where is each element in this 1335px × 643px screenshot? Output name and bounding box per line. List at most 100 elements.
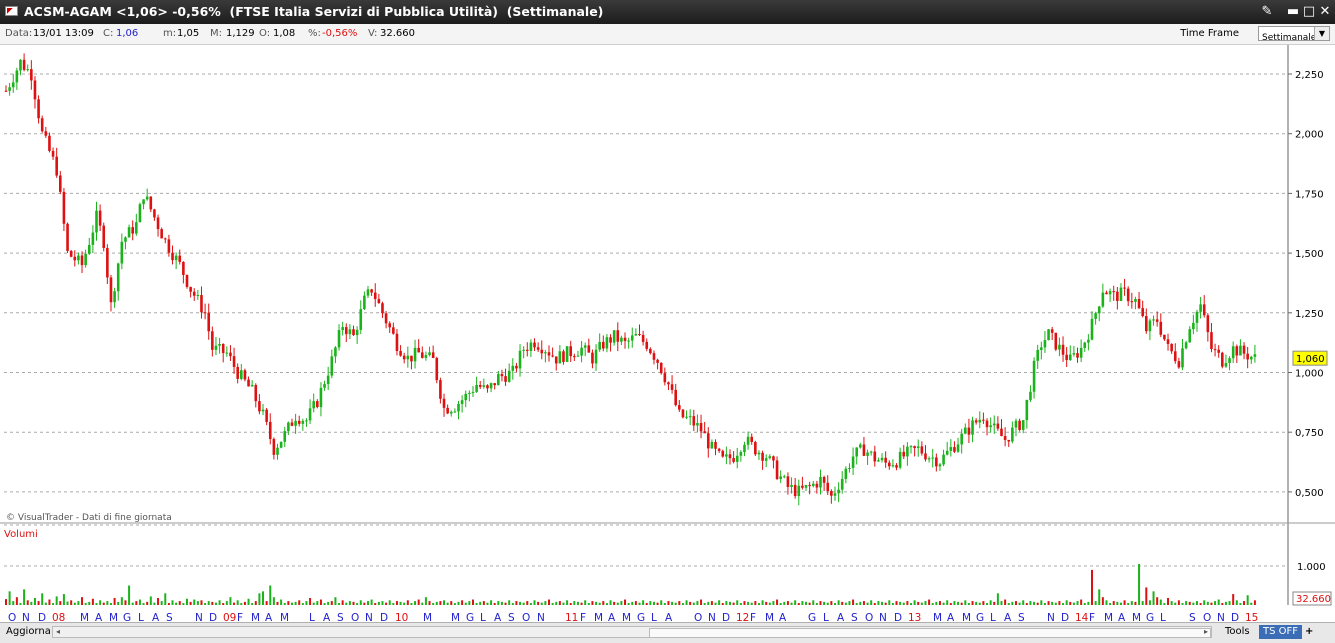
time-frame-select[interactable]: Settimanale ▼ xyxy=(1258,26,1330,43)
volume-bar xyxy=(269,585,272,605)
volume-bar xyxy=(446,602,449,605)
candle-body xyxy=(1040,347,1043,350)
candle-body xyxy=(26,69,30,71)
add-button[interactable]: + xyxy=(1305,625,1313,639)
candle-body xyxy=(149,196,153,210)
volume-bar xyxy=(819,601,822,605)
time-axis-label: D xyxy=(894,612,902,622)
volume-bar xyxy=(743,601,746,605)
volume-bar xyxy=(1228,601,1231,605)
scroll-right-arrow-icon[interactable]: ▸ xyxy=(1201,627,1211,637)
candle-body xyxy=(163,238,167,240)
candle-body xyxy=(439,380,442,399)
max-value: 1,129 xyxy=(226,28,255,39)
volume-bar xyxy=(265,601,268,605)
volume-bar xyxy=(414,601,417,605)
candle-body xyxy=(583,345,587,348)
candle-body xyxy=(261,409,265,412)
volume-bar xyxy=(160,601,163,605)
volume-bar xyxy=(830,601,833,605)
ts-off-button[interactable]: TS OFF xyxy=(1259,625,1303,639)
candle-body xyxy=(764,458,768,461)
candlestick-chart[interactable]: 2,250 2,000 1,750 1,500 1,250 1,000 0,750 0,500… xyxy=(0,45,1335,622)
volume-bar xyxy=(1195,601,1198,605)
time-axis-label: M xyxy=(80,612,89,622)
volume-bar xyxy=(1087,601,1090,605)
volume-bar xyxy=(660,600,663,605)
volume-tick-label: 1.000 xyxy=(1297,562,1326,573)
volume-bar xyxy=(714,602,717,605)
time-axis-label: A xyxy=(95,612,103,622)
volume-bar xyxy=(432,603,435,605)
volume-bar xyxy=(638,602,641,605)
volume-bar xyxy=(327,601,330,605)
volume-bar xyxy=(1069,601,1072,605)
candle-body xyxy=(515,365,518,369)
open-value: 1,08 xyxy=(273,28,296,39)
candle-body xyxy=(8,87,11,91)
chevron-down-icon[interactable]: ▼ xyxy=(1314,27,1329,40)
volume-bar xyxy=(613,601,616,605)
candle-body xyxy=(873,451,877,462)
price-tick-label: 1,000 xyxy=(1295,369,1324,380)
candle-body xyxy=(540,349,544,354)
candle-body xyxy=(732,458,735,462)
candle-body xyxy=(1221,352,1224,367)
date-label: Data: xyxy=(5,28,33,39)
candle-body xyxy=(678,405,681,410)
volume-bar xyxy=(1011,601,1014,605)
scroll-left-arrow-icon[interactable]: ◂ xyxy=(53,627,63,637)
candle-body xyxy=(1029,391,1032,400)
volume-bar xyxy=(124,600,127,605)
volume-bar xyxy=(490,600,493,605)
volume-bar xyxy=(450,601,453,605)
candle-body xyxy=(1068,354,1072,361)
candle-body xyxy=(1090,318,1094,340)
candle-body xyxy=(229,352,232,357)
volume-bar xyxy=(283,603,286,605)
candle-body xyxy=(851,456,855,468)
time-axis-label: A xyxy=(1118,612,1126,622)
volume-bar xyxy=(95,603,98,605)
volume-bar xyxy=(841,601,844,605)
candle-body xyxy=(783,476,786,478)
volume-bar xyxy=(146,601,149,605)
volume-bar xyxy=(873,603,876,605)
volume-bar xyxy=(77,601,80,605)
close-button[interactable]: ✕ xyxy=(1316,3,1334,21)
volume-bar xyxy=(120,597,123,605)
candle-body xyxy=(142,199,145,205)
candle-body xyxy=(956,444,960,452)
candle-body xyxy=(949,447,953,451)
date-value: 13/01 13:09 xyxy=(33,28,94,39)
volume-bar xyxy=(652,601,655,605)
volume-bar xyxy=(808,602,811,605)
candle-body xyxy=(421,352,424,358)
close-value: 1,06 xyxy=(116,28,139,39)
candle-body xyxy=(859,444,862,448)
candle-body xyxy=(276,447,279,455)
time-scrollbar[interactable]: ◂ ▸ xyxy=(52,626,1212,638)
chart-app-icon xyxy=(5,6,18,16)
volume-bar xyxy=(240,603,243,605)
candle-body xyxy=(460,400,464,405)
candle-body xyxy=(417,347,420,353)
volume-bar xyxy=(989,600,992,605)
volume-bar xyxy=(891,603,894,605)
refresh-button[interactable]: Aggiorna xyxy=(6,625,51,639)
last-price-label: 1,060 xyxy=(1296,354,1325,365)
volume-bar xyxy=(960,602,963,605)
candle-body xyxy=(80,255,84,266)
scrollbar-thumb[interactable] xyxy=(649,628,1211,638)
tools-button[interactable]: Tools xyxy=(1225,625,1250,639)
candle-body xyxy=(920,446,924,454)
time-axis-label: M xyxy=(423,612,432,622)
volume-bar xyxy=(616,602,619,605)
candle-body xyxy=(236,366,239,379)
candle-body xyxy=(203,312,207,314)
volume-bar xyxy=(859,601,862,605)
volume-bar xyxy=(794,600,797,605)
candle-body xyxy=(891,465,895,467)
volume-bar xyxy=(765,601,768,605)
tools-pencil-icon[interactable]: ✎ xyxy=(1258,3,1276,21)
